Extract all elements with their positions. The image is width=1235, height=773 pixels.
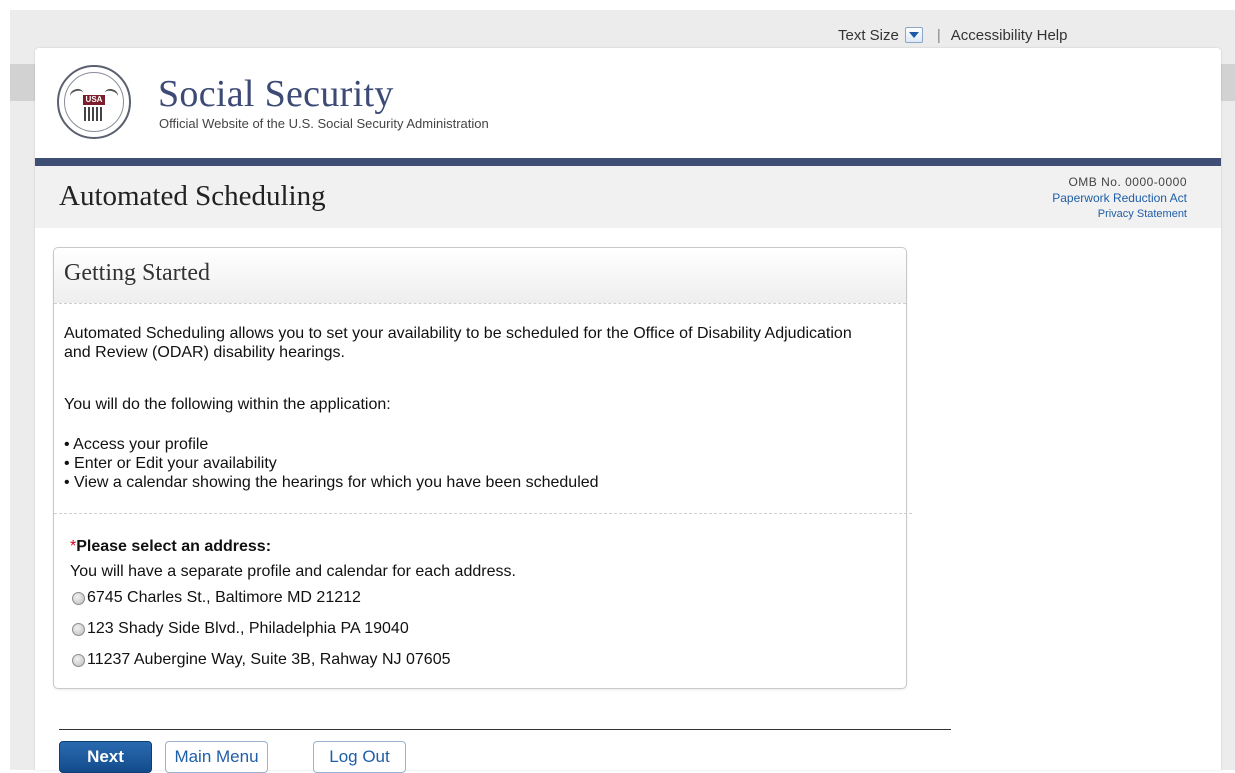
list-item: • Access your profile xyxy=(64,436,209,453)
text-size-dropdown-button[interactable] xyxy=(904,27,923,43)
site-title: Social Security xyxy=(158,73,394,115)
address-option-label: 11237 Aubergine Way, Suite 3B, Rahway NJ… xyxy=(87,651,451,668)
getting-started-panel: Getting Started Automated Scheduling all… xyxy=(53,247,912,689)
address-option-1[interactable]: 6745 Charles St., Baltimore MD 21212 xyxy=(72,589,361,607)
paperwork-reduction-act-link[interactable]: Paperwork Reduction Act xyxy=(1052,190,1187,206)
address-label-text: Please select an address: xyxy=(76,538,272,555)
list-item: • Enter or Edit your availability xyxy=(64,455,277,472)
list-item: • View a calendar showing the hearings f… xyxy=(64,474,599,491)
intro-text: Automated Scheduling allows you to set y… xyxy=(64,325,852,361)
address-option-2[interactable]: 123 Shady Side Blvd., Philadelphia PA 19… xyxy=(72,620,409,638)
panel-title: Getting Started xyxy=(64,260,210,286)
utility-bar: Text Size | Accessibility Help xyxy=(838,25,1067,45)
app-title-bar: Automated Scheduling OMB No. 0000-0000 P… xyxy=(35,166,1221,228)
seal-usa-banner: USA xyxy=(83,95,105,105)
main-card: USA Social Security Official Website of … xyxy=(35,48,1221,773)
feature-list: • Access your profile • Enter or Edit yo… xyxy=(64,435,599,492)
address-note: You will have a separate profile and cal… xyxy=(70,563,516,580)
main-menu-button[interactable]: Main Menu xyxy=(165,741,268,773)
page-title: Automated Scheduling xyxy=(59,180,326,212)
accessibility-help-link[interactable]: Accessibility Help xyxy=(951,27,1068,44)
address-option-3[interactable]: 11237 Aubergine Way, Suite 3B, Rahway NJ… xyxy=(72,651,450,669)
address-option-label: 123 Shady Side Blvd., Philadelphia PA 19… xyxy=(87,620,409,637)
follow-text: You will do the following within the app… xyxy=(64,396,391,413)
address-radio-2[interactable] xyxy=(72,622,85,636)
address-radio-3[interactable] xyxy=(72,653,85,667)
text-size-label: Text Size xyxy=(838,26,899,44)
section-divider xyxy=(54,513,912,514)
divider: | xyxy=(936,26,941,44)
omb-number: OMB No. 0000-0000 xyxy=(1068,175,1187,189)
privacy-statement-link[interactable]: Privacy Statement xyxy=(1052,206,1187,222)
button-rule xyxy=(59,729,951,730)
site-subtitle: Official Website of the U.S. Social Secu… xyxy=(159,116,489,131)
address-option-label: 6745 Charles St., Baltimore MD 21212 xyxy=(87,589,361,606)
panel-header: Getting Started xyxy=(54,248,906,304)
ssa-seal-logo: USA xyxy=(57,65,131,139)
header-rule xyxy=(35,158,1221,166)
seal-shield xyxy=(84,107,104,121)
chevron-down-icon xyxy=(908,32,919,38)
omb-info: OMB No. 0000-0000 Paperwork Reduction Ac… xyxy=(1052,174,1187,222)
address-label: *Please select an address: xyxy=(70,538,271,556)
address-radio-1[interactable] xyxy=(72,591,85,605)
next-button[interactable]: Next xyxy=(59,741,152,773)
site-header: USA Social Security Official Website of … xyxy=(35,48,1221,158)
log-out-button[interactable]: Log Out xyxy=(313,741,406,773)
